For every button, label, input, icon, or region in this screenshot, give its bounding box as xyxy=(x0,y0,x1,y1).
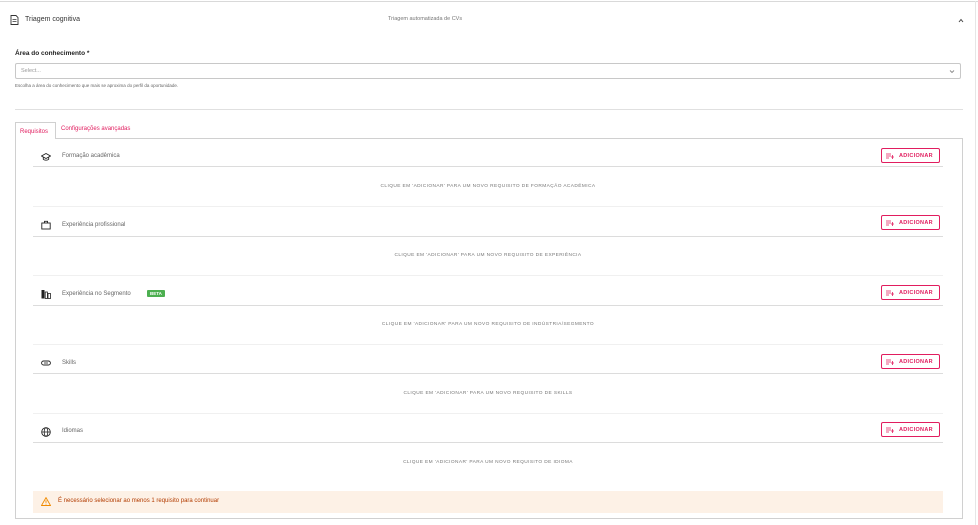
top-border xyxy=(0,1,978,2)
add-button-label: ADICIONAR xyxy=(899,427,933,433)
add-skills-button[interactable]: ADICIONAR xyxy=(881,354,940,369)
section-title: Experiência no Segmento xyxy=(62,291,131,297)
add-formacao-button[interactable]: ADICIONAR xyxy=(881,148,940,163)
section-title: Experiência profissional xyxy=(62,222,126,228)
warning-icon xyxy=(41,497,51,506)
section-divider xyxy=(33,442,943,443)
add-button-label: ADICIONAR xyxy=(899,153,933,159)
tab-requisitos[interactable]: Requisitos xyxy=(15,122,56,139)
empty-state-text: CLIQUE EM 'ADICIONAR' PARA UM NOVO REQUI… xyxy=(381,322,595,327)
section-title: Skills xyxy=(62,360,77,366)
add-button-label: ADICIONAR xyxy=(899,359,933,365)
section-separator xyxy=(33,275,943,276)
graduation-cap-icon xyxy=(41,152,51,161)
add-list-icon xyxy=(886,220,894,226)
area-label: Área do conhecimento * xyxy=(15,50,90,57)
right-border xyxy=(975,1,976,525)
section-separator xyxy=(33,344,943,345)
caret-down-icon xyxy=(949,70,955,74)
beta-badge: BETA xyxy=(147,290,165,297)
tab-configuracoes-avancadas[interactable]: Configurações avançadas xyxy=(61,122,130,139)
warning-alert: É necessário selecionar ao menos 1 requi… xyxy=(33,491,943,513)
add-idiomas-button[interactable]: ADICIONAR xyxy=(881,422,940,437)
section-divider xyxy=(33,373,943,374)
add-button-label: ADICIONAR xyxy=(899,220,933,226)
section-divider xyxy=(33,305,943,306)
link-icon xyxy=(41,360,51,366)
add-list-icon xyxy=(886,359,894,365)
area-helper-text: Escolha a área do conhecimento que mais … xyxy=(15,83,179,88)
globe-icon xyxy=(41,427,51,437)
add-list-icon xyxy=(886,290,894,296)
document-icon xyxy=(10,15,19,25)
briefcase-icon xyxy=(41,220,51,230)
card-header[interactable]: Triagem cognitiva Triagem automatizada d… xyxy=(10,14,970,28)
card-title: Triagem cognitiva xyxy=(25,16,80,23)
empty-state-text: CLIQUE EM 'ADICIONAR' PARA UM NOVO REQUI… xyxy=(394,253,582,258)
section-divider xyxy=(33,236,943,237)
add-list-icon xyxy=(886,427,894,433)
add-experiencia-button[interactable]: ADICIONAR xyxy=(881,215,940,230)
section-separator xyxy=(33,206,943,207)
section-separator xyxy=(33,413,943,414)
add-list-icon xyxy=(886,153,894,159)
chevron-up-icon[interactable] xyxy=(956,14,966,26)
card-subtitle: Triagem automatizada de CVs xyxy=(388,16,463,22)
empty-state-text: CLIQUE EM 'ADICIONAR' PARA UM NOVO REQUI… xyxy=(403,460,573,465)
building-icon xyxy=(41,290,51,299)
area-select-placeholder: Select... xyxy=(21,68,41,74)
empty-state-text: CLIQUE EM 'ADICIONAR' PARA UM NOVO REQUI… xyxy=(403,391,573,396)
section-divider xyxy=(33,166,943,167)
area-select[interactable]: Select... xyxy=(15,63,961,79)
section-title: Idiomas xyxy=(62,428,84,434)
empty-state-text: CLIQUE EM 'ADICIONAR' PARA UM NOVO REQUI… xyxy=(380,184,596,189)
add-segmento-button[interactable]: ADICIONAR xyxy=(881,285,940,300)
divider xyxy=(15,109,963,110)
alert-message: É necessário selecionar ao menos 1 requi… xyxy=(58,498,220,504)
section-title: Formação acadêmica xyxy=(62,153,120,159)
add-button-label: ADICIONAR xyxy=(899,290,933,296)
